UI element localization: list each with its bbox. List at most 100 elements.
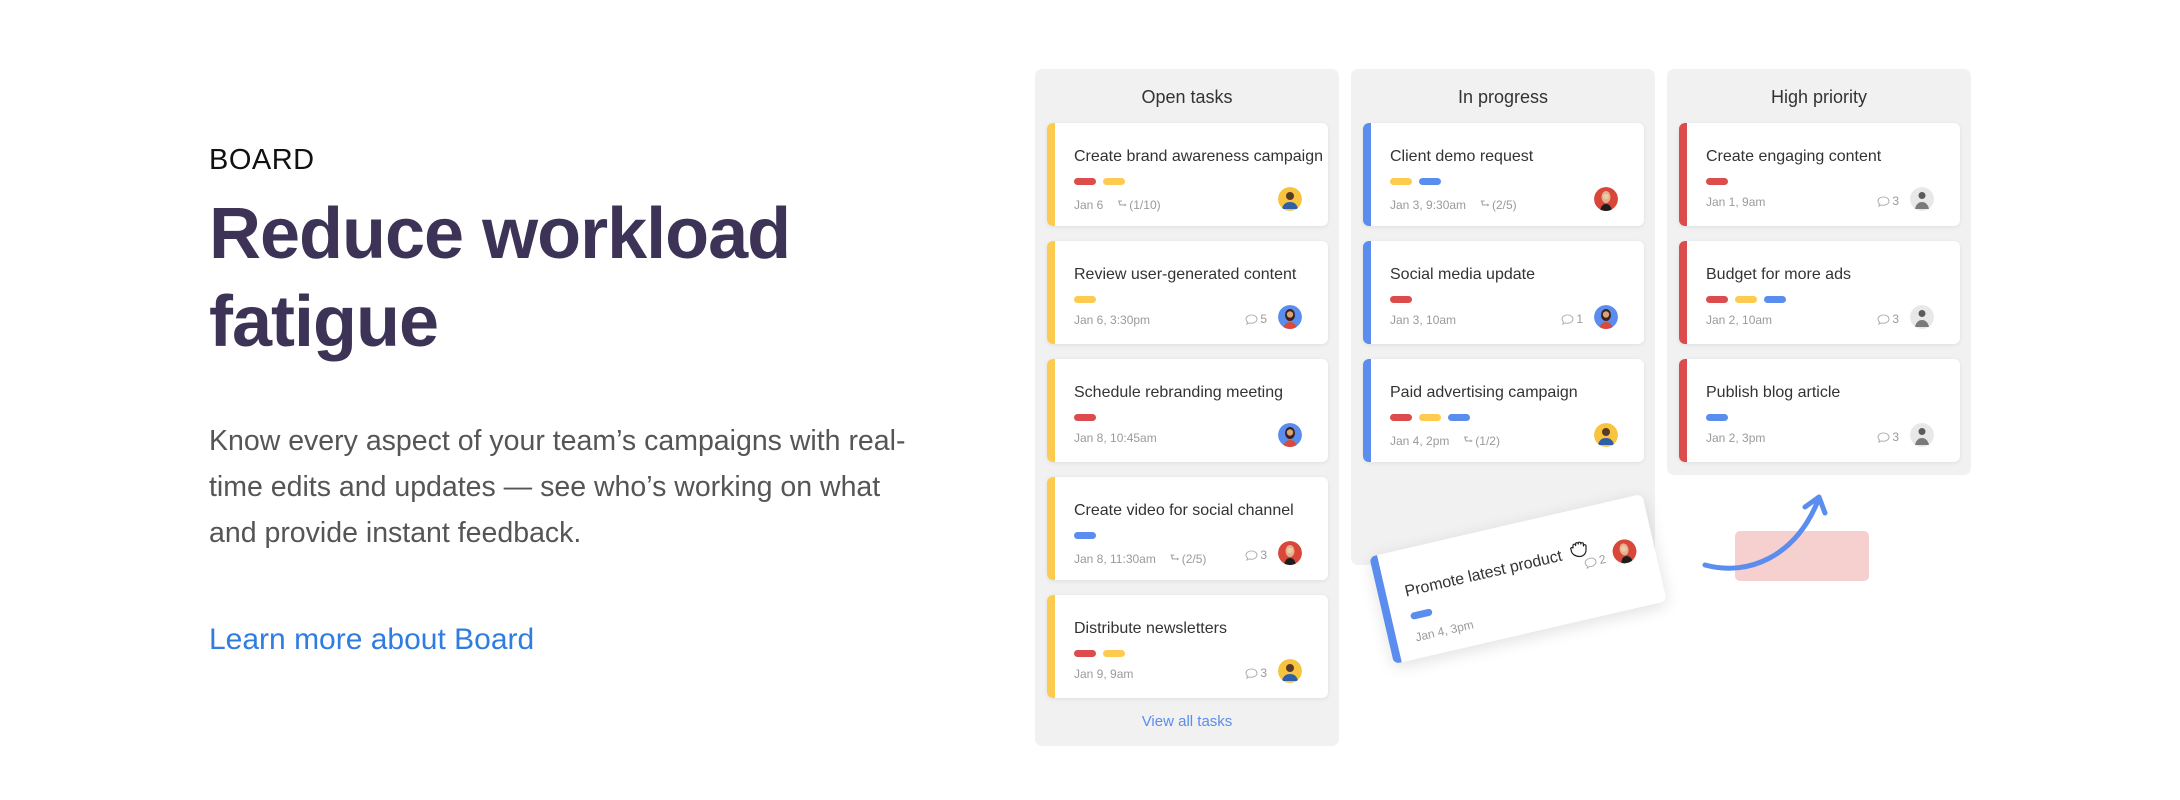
column-title: In progress — [1457, 87, 1549, 107]
tag-red — [1390, 414, 1412, 421]
comment-count: 3 — [1260, 548, 1267, 562]
card-date: Jan 4, 3pm — [1413, 617, 1475, 645]
assignee-avatar[interactable] — [1278, 541, 1302, 565]
card-subtasks: ⮑ (2/5) — [1480, 195, 1517, 214]
comment-icon — [1561, 313, 1574, 325]
assignee-avatar[interactable] — [1278, 305, 1302, 329]
card-tags — [1706, 296, 1786, 303]
card-date: Jan 3, 10am — [1390, 313, 1457, 327]
subtasks-icon: ⮑ — [1169, 552, 1180, 564]
card-date: Jan 2, 3pm — [1706, 431, 1766, 445]
subtasks-icon: ⮑ — [1463, 434, 1474, 446]
card-title: Create engaging content — [1706, 148, 1882, 165]
board-column-in-progress: In progress Client demo request Jan 3, 9:… — [1351, 69, 1655, 565]
card-tags — [1390, 296, 1412, 303]
card-title: Promote latest product — [1403, 547, 1564, 601]
card-meta: Jan 8, 10:45am — [1074, 431, 1157, 445]
board-column-high-priority: High priority Create engaging content Jan… — [1667, 69, 1971, 475]
card-comments: 1 — [1561, 312, 1583, 326]
card-tags — [1074, 414, 1096, 421]
assignee-avatar[interactable] — [1610, 537, 1639, 566]
task-card[interactable]: Create brand awareness campaign Jan 6 ⮑ (1/… — [1047, 123, 1328, 226]
tag-red — [1390, 296, 1412, 303]
card-title: Create brand awareness campaign — [1074, 148, 1324, 165]
subtask-count: (2/5) — [1181, 551, 1207, 566]
card-meta: Jan 6, 3:30pm — [1074, 313, 1150, 327]
task-card[interactable]: Create video for social channel Jan 8, 11… — [1047, 477, 1328, 580]
tag-blue — [1448, 414, 1470, 421]
task-card[interactable]: Client demo request Jan 3, 9:30am ⮑ (2/5) — [1363, 123, 1644, 226]
tag-yellow — [1735, 296, 1757, 303]
subtask-count: (2/5) — [1491, 197, 1517, 212]
card-tags — [1409, 608, 1433, 621]
card-date: Jan 4, 2pm — [1390, 433, 1450, 448]
card-date: Jan 8, 10:45am — [1074, 431, 1157, 445]
assignee-avatar[interactable] — [1594, 305, 1618, 329]
comment-count: 3 — [1260, 666, 1267, 680]
card-meta: Jan 8, 11:30am ⮑ (2/5) — [1074, 549, 1206, 568]
tag-yellow — [1419, 414, 1441, 421]
comment-count: 2 — [1597, 551, 1608, 568]
comment-icon — [1245, 313, 1258, 325]
tag-yellow — [1390, 178, 1412, 185]
assignee-avatar[interactable] — [1278, 659, 1302, 683]
task-card[interactable]: Schedule rebranding meeting Jan 8, 10:45a… — [1047, 359, 1328, 462]
card-tags — [1706, 178, 1728, 185]
assignee-avatar[interactable] — [1910, 423, 1934, 447]
tag-yellow — [1103, 178, 1125, 185]
assignee-avatar[interactable] — [1594, 423, 1618, 447]
card-tags — [1074, 532, 1096, 539]
card-title: Publish blog article — [1706, 384, 1841, 401]
comment-icon — [1877, 195, 1890, 207]
card-meta: Jan 1, 9am — [1706, 195, 1765, 209]
card-date: Jan 9, 9am — [1074, 667, 1134, 681]
view-all-tasks-link[interactable]: View all tasks — [1035, 713, 1339, 730]
card-meta: Jan 4, 3pm — [1414, 617, 1475, 644]
card-subtasks: ⮑ (1/2) — [1463, 431, 1500, 450]
assignee-avatar[interactable] — [1278, 187, 1302, 211]
card-date: Jan 3, 9:30am — [1390, 197, 1467, 212]
assignee-avatar[interactable] — [1910, 305, 1934, 329]
tag-red — [1074, 650, 1096, 657]
card-comments: 3 — [1245, 666, 1267, 680]
comment-count: 5 — [1260, 312, 1267, 326]
grab-cursor-icon — [1570, 541, 1587, 558]
tag-blue — [1764, 296, 1786, 303]
card-date: Jan 8, 11:30am — [1074, 551, 1156, 566]
subtasks-icon: ⮑ — [1480, 198, 1490, 210]
board-column-open-tasks: Open tasks Create brand awareness campai… — [1035, 69, 1339, 746]
card-tags — [1074, 296, 1096, 303]
card-tags — [1706, 414, 1728, 421]
card-comments: 3 — [1877, 194, 1899, 208]
card-meta: Jan 3, 10am — [1390, 313, 1456, 327]
intro-section: BOARD Reduce workload fatigue Know every… — [209, 140, 949, 660]
headline-line-1: Reduce workload — [209, 194, 791, 274]
comment-icon — [1877, 431, 1890, 443]
move-arrow-icon — [1702, 494, 1828, 571]
card-date: Jan 6, 3:30pm — [1074, 313, 1151, 327]
tag-blue — [1419, 178, 1441, 185]
card-meta: Jan 3, 9:30am ⮑ (2/5) — [1390, 195, 1517, 214]
tag-blue — [1706, 414, 1728, 421]
task-card[interactable]: Publish blog article Jan 2, 3pm 3 — [1679, 359, 1960, 462]
assignee-avatar[interactable] — [1278, 423, 1302, 447]
card-comments: 3 — [1877, 430, 1899, 444]
task-card[interactable]: Review user-generated content Jan 6, 3:30… — [1047, 241, 1328, 344]
task-card[interactable]: Social media update Jan 3, 10am 1 — [1363, 241, 1644, 344]
tag-yellow — [1103, 650, 1125, 657]
assignee-avatar[interactable] — [1594, 187, 1618, 211]
assignee-avatar[interactable] — [1910, 187, 1934, 211]
task-card[interactable]: Budget for more ads Jan 2, 10am 3 — [1679, 241, 1960, 344]
card-title: Create video for social channel — [1074, 502, 1294, 519]
learn-more-link[interactable]: Learn more about Board — [209, 620, 534, 660]
card-subtasks: ⮑ (2/5) — [1170, 549, 1207, 568]
card-subtasks: ⮑ (1/10) — [1117, 195, 1160, 214]
card-title: Schedule rebranding meeting — [1074, 384, 1284, 401]
task-card[interactable]: Distribute newsletters Jan 9, 9am 3 — [1047, 595, 1328, 698]
comment-count: 3 — [1892, 312, 1899, 326]
task-card[interactable]: Paid advertising campaign Jan 4, 2pm ⮑ (1/2… — [1363, 359, 1644, 462]
card-date: Jan 6 — [1074, 197, 1104, 212]
tag-red — [1706, 296, 1728, 303]
comment-count: 3 — [1892, 430, 1899, 444]
task-card[interactable]: Create engaging content Jan 1, 9am 3 — [1679, 123, 1960, 226]
